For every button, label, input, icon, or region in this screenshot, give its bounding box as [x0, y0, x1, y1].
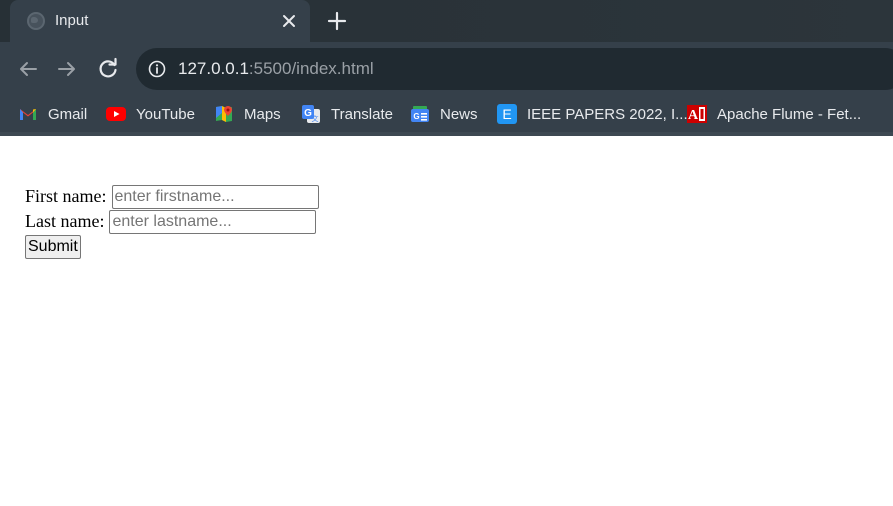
tab-strip: Input — [0, 0, 893, 42]
last-name-row: Last name: — [25, 209, 319, 234]
bookmark-label: Apache Flume - Fet... — [717, 105, 862, 123]
first-name-input[interactable] — [111, 184, 319, 209]
forward-arrow-icon[interactable] — [53, 55, 81, 83]
translate-icon: G文 — [301, 104, 321, 124]
youtube-icon — [106, 104, 126, 124]
apache-flume-icon: A — [687, 104, 707, 124]
tab-title: Input — [55, 12, 89, 29]
bookmark-ieee-papers[interactable]: E IEEE PAPERS 2022, I... — [497, 103, 688, 125]
reload-icon[interactable] — [94, 55, 122, 83]
bookmark-news[interactable]: G News — [410, 103, 478, 125]
bookmark-label: Maps — [244, 105, 281, 123]
url-text: 127.0.0.1:5500/index.html — [178, 59, 374, 79]
close-tab-icon[interactable] — [278, 10, 300, 32]
svg-text:G: G — [413, 112, 419, 121]
bookmark-gmail[interactable]: Gmail — [18, 103, 87, 125]
ieee-icon: E — [497, 104, 517, 124]
last-name-label: Last name: — [25, 211, 105, 231]
news-icon: G — [410, 104, 430, 124]
svg-text:E: E — [502, 106, 511, 122]
bookmark-youtube[interactable]: YouTube — [106, 103, 195, 125]
svg-text:A: A — [688, 108, 699, 123]
submit-button[interactable]: Submit — [25, 235, 81, 259]
url-host: 127.0.0.1 — [178, 59, 249, 78]
gmail-icon — [18, 104, 38, 124]
site-info-icon[interactable] — [148, 60, 166, 78]
bookmark-apache-flume[interactable]: A Apache Flume - Fet... — [687, 103, 861, 125]
address-bar[interactable]: 127.0.0.1:5500/index.html — [136, 48, 893, 90]
last-name-input[interactable] — [109, 209, 317, 234]
maps-icon — [214, 104, 234, 124]
browser-toolbar: 127.0.0.1:5500/index.html — [0, 42, 893, 96]
bookmark-maps[interactable]: Maps — [214, 103, 281, 125]
back-arrow-icon[interactable] — [14, 55, 42, 83]
first-name-row: First name: — [25, 184, 319, 209]
new-tab-icon[interactable] — [326, 10, 348, 32]
bookmarks-bar: Gmail YouTube Maps G文 Translate G News E… — [0, 96, 893, 136]
browser-tab[interactable]: Input — [10, 0, 310, 42]
bookmark-label: News — [440, 105, 478, 123]
name-form: First name: Last name: Submit — [25, 184, 319, 259]
bookmark-label: YouTube — [136, 105, 195, 123]
bookmark-label: IEEE PAPERS 2022, I... — [527, 105, 688, 123]
url-path: :5500/index.html — [248, 59, 374, 78]
globe-icon — [27, 12, 45, 30]
bookmark-label: Gmail — [48, 105, 88, 123]
svg-text:文: 文 — [312, 114, 319, 123]
first-name-label: First name: — [25, 186, 107, 206]
bookmark-translate[interactable]: G文 Translate — [301, 103, 393, 125]
bookmark-label: Translate — [331, 105, 393, 123]
